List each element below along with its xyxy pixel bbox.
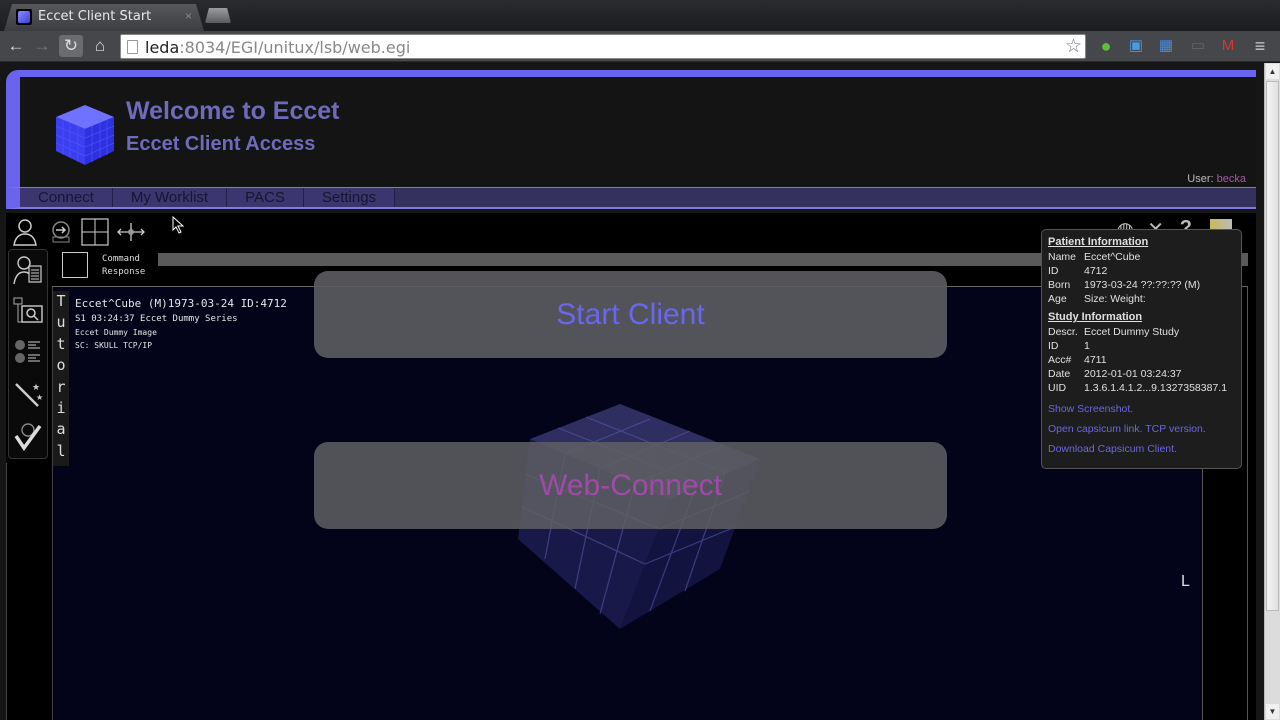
series-list-icon[interactable] bbox=[12, 336, 44, 368]
welcome-subtitle: Eccet Client Access bbox=[126, 133, 316, 155]
mouse-cursor-icon bbox=[172, 216, 185, 234]
user-label: User: becka bbox=[1187, 173, 1246, 185]
image-search-icon[interactable] bbox=[12, 296, 44, 328]
study-row: Acc# 4711 bbox=[1048, 354, 1107, 366]
magic-wand-icon[interactable]: ★★ bbox=[12, 378, 44, 410]
overlay-patient-line: Eccet^Cube (M)1973-03-24 ID:4712 bbox=[75, 297, 287, 310]
bookmark-star-icon[interactable]: ☆ bbox=[1065, 35, 1082, 58]
svg-text:★: ★ bbox=[36, 393, 43, 402]
study-row: ID 1 bbox=[1048, 340, 1090, 352]
back-arrow-icon[interactable]: ← bbox=[4, 35, 28, 57]
menu-pacs[interactable]: PACS bbox=[227, 188, 304, 207]
patient-row: Born 1973-03-24 ??:??:?? (M) bbox=[1048, 279, 1201, 291]
patient-info-popup: Patient Information Name Eccet^Cube ID 471… bbox=[1041, 229, 1242, 469]
gmail-icon[interactable]: M bbox=[1218, 35, 1238, 57]
overlay-series-line: S1 03:24:37 Eccet Dummy Series bbox=[75, 314, 238, 324]
welcome-title: Welcome to Eccet bbox=[126, 97, 340, 125]
command-response-label: Command Response bbox=[102, 254, 146, 277]
close-tab-icon[interactable]: × bbox=[185, 9, 192, 23]
user-name-link[interactable]: becka bbox=[1217, 173, 1246, 185]
pan-move-icon[interactable] bbox=[116, 217, 146, 247]
cast-icon[interactable]: ▭ bbox=[1188, 35, 1208, 57]
approve-check-icon[interactable] bbox=[12, 420, 44, 452]
url-text: leda:8034/EGI/unitux/lsb/web.egi bbox=[145, 38, 411, 57]
main-menu: Connect My Worklist PACS Settings bbox=[6, 187, 1256, 209]
new-tab-button[interactable] bbox=[205, 8, 231, 23]
side-tool-panel: ★ ★ bbox=[8, 249, 48, 459]
page: Welcome to Eccet Eccet Client Access Use… bbox=[0, 63, 1264, 720]
show-screenshot-link[interactable]: Show Screenshot. bbox=[1048, 403, 1235, 415]
address-bar[interactable]: leda:8034/EGI/unitux/lsb/web.egi ☆ bbox=[120, 34, 1086, 59]
browser-toolbar: ← → ↻ ⌂ leda:8034/EGI/unitux/lsb/web.egi… bbox=[0, 31, 1280, 62]
command-response-thumbnail[interactable] bbox=[62, 252, 88, 278]
study-row: Descr. Eccet Dummy Study bbox=[1048, 326, 1180, 338]
page-scrollbar[interactable]: ▲ ▼ bbox=[1264, 63, 1280, 720]
study-info-heading: Study Information bbox=[1048, 311, 1143, 323]
patient-icon[interactable] bbox=[10, 217, 40, 247]
overlay-sc-line: SC: SKULL TCP/IP bbox=[75, 341, 153, 350]
browser-tab-bar: Eccet Client Start × bbox=[0, 0, 1280, 31]
hangouts-icon[interactable]: ● bbox=[1096, 35, 1116, 57]
home-icon[interactable]: ⌂ bbox=[88, 35, 112, 57]
open-capsicum-link[interactable]: Open capsicum link. TCP version. bbox=[1048, 423, 1235, 435]
layout-grid-icon[interactable] bbox=[80, 217, 110, 247]
start-client-button[interactable]: Start Client bbox=[314, 271, 947, 358]
scroll-down-arrow-icon[interactable]: ▼ bbox=[1266, 704, 1279, 719]
menu-settings[interactable]: Settings bbox=[303, 188, 396, 207]
reload-icon[interactable]: ↻ bbox=[59, 35, 83, 57]
patient-report-icon[interactable] bbox=[12, 254, 44, 286]
svg-text:★: ★ bbox=[32, 382, 40, 392]
patient-info-heading: Patient Information bbox=[1048, 236, 1149, 248]
page-icon bbox=[127, 40, 138, 54]
scrollbar-thumb[interactable] bbox=[1266, 81, 1279, 611]
study-row: Date 2012-01-01 03:24:37 bbox=[1048, 368, 1182, 380]
patient-row: Age Size: Weight: bbox=[1048, 293, 1146, 305]
menu-my-worklist[interactable]: My Worklist bbox=[112, 188, 228, 207]
study-row: UID 1.3.6.1.4.1.2...9.1327358387.1 bbox=[1048, 382, 1228, 394]
left-column bbox=[6, 463, 52, 720]
eccet-cube-logo-icon bbox=[55, 105, 115, 165]
screenshot-extension-icon[interactable]: ▣ bbox=[1126, 35, 1146, 57]
patient-row: Name Eccet^Cube bbox=[1048, 251, 1141, 263]
web-connect-button[interactable]: Web-Connect bbox=[314, 442, 947, 529]
eccet-favicon-icon bbox=[16, 9, 32, 25]
tutorial-tab[interactable]: Tutorial bbox=[53, 291, 69, 466]
orientation-marker: L bbox=[1181, 573, 1190, 590]
download-capsicum-link[interactable]: Download Capsicum Client. bbox=[1048, 443, 1235, 455]
menu-connect[interactable]: Connect bbox=[20, 188, 113, 207]
chrome-menu-icon[interactable]: ≡ bbox=[1250, 35, 1270, 57]
forward-arrow-icon[interactable]: → bbox=[30, 35, 54, 57]
browser-tab[interactable]: Eccet Client Start × bbox=[4, 4, 204, 31]
dicom-overlay: Eccet^Cube (M)1973-03-24 ID:4712 S1 03:2… bbox=[75, 297, 287, 354]
export-arrow-icon[interactable] bbox=[48, 217, 78, 247]
patient-row: ID 4712 bbox=[1048, 265, 1108, 277]
header-frame: Welcome to Eccet Eccet Client Access Use… bbox=[6, 70, 1256, 194]
calendar-extension-icon[interactable]: ▦ bbox=[1156, 35, 1176, 57]
tab-title: Eccet Client Start bbox=[38, 9, 152, 24]
overlay-image-line: Eccet Dummy Image bbox=[75, 328, 157, 337]
scroll-up-arrow-icon[interactable]: ▲ bbox=[1266, 64, 1279, 79]
